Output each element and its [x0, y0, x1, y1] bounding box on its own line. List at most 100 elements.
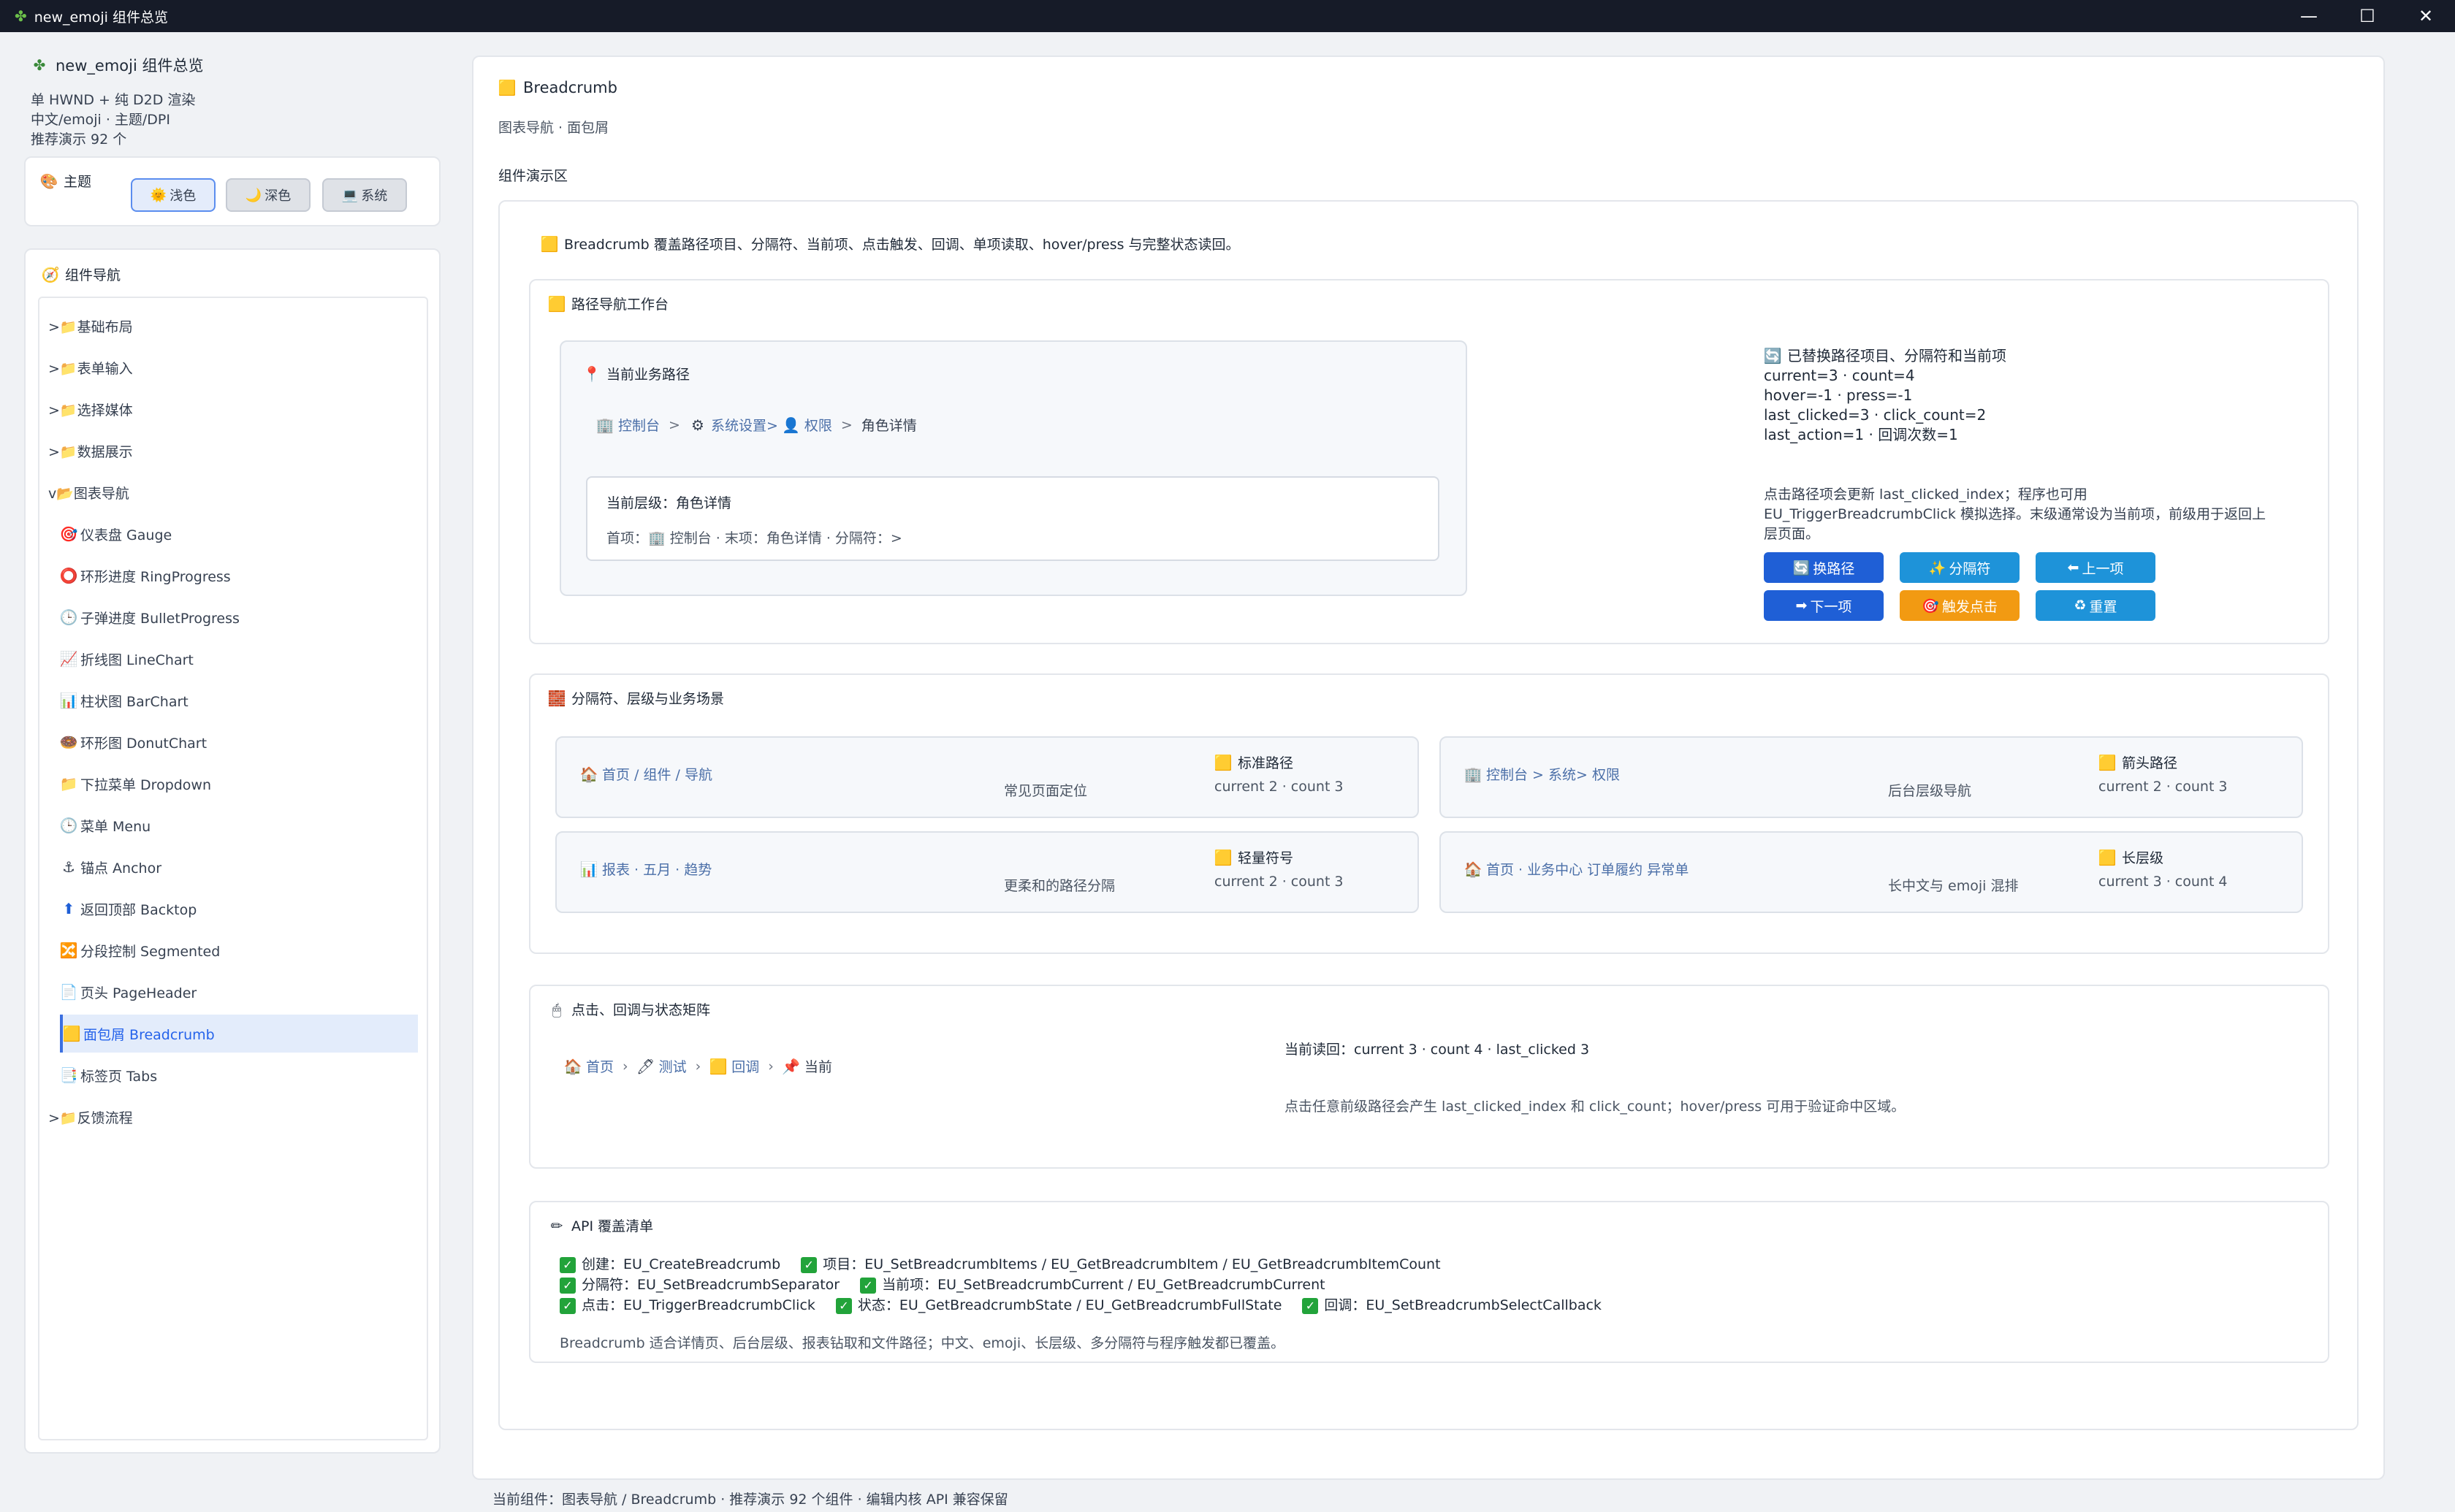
refresh-icon: 🔄 — [1763, 347, 1782, 364]
maximize-button[interactable]: ☐ — [2338, 0, 2397, 32]
folder-icon: 📁 — [59, 775, 78, 793]
separator-button[interactable]: ✨ 分隔符 — [1900, 552, 2020, 583]
scene-tag: 🟨 轻量符号 — [1214, 848, 1294, 867]
nav-item-line-chart[interactable]: 📈 折线图 LineChart — [60, 640, 418, 678]
close-button[interactable]: ✕ — [2397, 0, 2455, 32]
scene-breadcrumb: 🏠 首页 / 组件 / 导航 — [579, 765, 712, 784]
sparkle-icon: ✨ — [1928, 560, 1946, 576]
scene-card-standard[interactable]: 🏠 首页 / 组件 / 导航 常见页面定位 🟨 标准路径 current 2 · c… — [555, 736, 1419, 818]
workbench-section: 🟨 路径导航工作台 📍 当前业务路径 🏢 控制台 > ⚙ 系统设置> 👤 权限 … — [529, 279, 2329, 644]
breadcrumb-item-home[interactable]: 首页 — [586, 1056, 614, 1076]
scene-breadcrumb: 📊 报表 · 五月 · 趋势 — [579, 860, 712, 879]
clock-icon: 🕒 — [59, 817, 78, 834]
main-card: 🟨 Breadcrumb 图表导航 · 面包屑 组件演示区 🟨 Breadcru… — [472, 56, 2385, 1480]
breadcrumb-item-settings[interactable]: 系统设置> — [711, 415, 778, 435]
chevron-right-icon: › — [768, 1058, 774, 1074]
theme-dark-button[interactable]: 🌙 深色 — [226, 178, 311, 212]
check-icon: ✓ — [560, 1277, 576, 1294]
current-path-panel: 📍 当前业务路径 🏢 控制台 > ⚙ 系统设置> 👤 权限 > 角色详情 当前层… — [560, 340, 1467, 596]
app-title: ✤ new_emoji 组件总览 — [31, 54, 204, 76]
nav-item-tabs[interactable]: 📑 标签页 Tabs — [60, 1056, 418, 1094]
breadcrumb-icon: 🟨 — [62, 1025, 81, 1042]
gear-icon: ⚙ — [690, 416, 704, 434]
breadcrumb-separator: > — [840, 416, 853, 433]
demo-area: 🟨 Breadcrumb 覆盖路径项目、分隔符、当前项、点击触发、回调、单项读取… — [498, 200, 2359, 1430]
breadcrumb-item-test[interactable]: 测试 — [659, 1056, 687, 1076]
nav-item-menu[interactable]: 🕒 菜单 Menu — [60, 806, 418, 844]
arrow-up-icon: ⬆ — [62, 900, 75, 917]
pushpin-icon: 📌 — [782, 1057, 801, 1075]
nav-group-feedback[interactable]: >📁反馈流程 — [48, 1098, 418, 1136]
breadcrumb-item-console[interactable]: 控制台 — [618, 415, 660, 435]
breadcrumb-icon: 🟨 — [2098, 753, 2117, 771]
nav-item-page-header[interactable]: 📄 页头 PageHeader — [60, 973, 418, 1011]
theme-light-button[interactable]: 🌞 浅色 — [131, 178, 216, 212]
scene-card-light[interactable]: 📊 报表 · 五月 · 趋势 更柔和的路径分隔 🟨 轻量符号 current 2 ·… — [555, 831, 1419, 913]
nav-title: 🧭 组件导航 — [41, 265, 121, 284]
reset-button[interactable]: ♻ 重置 — [2036, 590, 2155, 621]
nav-item-bullet-progress[interactable]: 🕒 子弹进度 BulletProgress — [60, 598, 418, 636]
nav-group-form-input[interactable]: >📁表单输入 — [48, 348, 418, 386]
building-icon: 🏢 — [1464, 765, 1482, 783]
matrix-breadcrumb: 🏠 首页 › 🖊 测试 › 🟨 回调 › 📌 当前 — [564, 1056, 832, 1076]
breadcrumb-icon: 🟨 — [547, 294, 566, 313]
matrix-readback: 当前读回：current 3 · count 4 · last_clicked … — [1284, 1042, 1590, 1058]
pencil-icon: ✏ — [550, 1216, 563, 1234]
intro-text: 🟨 Breadcrumb 覆盖路径项目、分隔符、当前项、点击触发、回调、单项读取… — [540, 234, 1240, 253]
check-icon: ✓ — [801, 1256, 818, 1273]
nav-item-ring-progress[interactable]: ⭕ 环形进度 RingProgress — [60, 557, 418, 595]
nav-item-dropdown[interactable]: 📁 下拉菜单 Dropdown — [60, 765, 418, 803]
nav-item-donut-chart[interactable]: 🍩 环形图 DonutChart — [60, 723, 418, 761]
clover-icon: ✤ — [33, 56, 46, 74]
nav-group-basic-layout[interactable]: >📁基础布局 — [48, 307, 418, 345]
nav-item-gauge[interactable]: 🎯 仪表盘 Gauge — [60, 515, 418, 553]
home-icon: 🏠 — [1464, 860, 1482, 878]
minimize-button[interactable]: — — [2280, 0, 2338, 32]
scene-card-long[interactable]: 🏠 首页 · 业务中心 订单履约 异常单 长中文与 emoji 混排 🟨 长层级 c… — [1439, 831, 2303, 913]
breadcrumb-icon: 🟨 — [1214, 848, 1233, 866]
clock-icon: 🕒 — [59, 608, 78, 626]
nav-item-segmented[interactable]: 🔀 分段控制 Segmented — [60, 931, 418, 969]
nav-tree: >📁基础布局 >📁表单输入 >📁选择媒体 >📁数据展示 v📂图表导航 🎯 仪表盘 … — [38, 297, 428, 1440]
prev-item-button[interactable]: ⬅ 上一项 — [2036, 552, 2155, 583]
sun-icon: 🌞 — [150, 187, 167, 203]
scenes-section: 🧱 分隔符、层级与业务场景 🏠 首页 / 组件 / 导航 常见页面定位 🟨 标准路径… — [529, 673, 2329, 954]
nav-group-select-media[interactable]: >📁选择媒体 — [48, 390, 418, 428]
check-icon: ✓ — [835, 1297, 852, 1314]
trigger-click-button[interactable]: 🎯 触发点击 — [1900, 590, 2020, 621]
user-icon: 👤 — [782, 416, 801, 434]
check-icon: ✓ — [560, 1256, 576, 1273]
nav-item-backtop[interactable]: ⬆ 返回顶部 Backtop — [60, 890, 418, 928]
bar-chart-icon: 📊 — [59, 692, 78, 709]
check-icon: ✓ — [860, 1277, 877, 1294]
scene-card-arrow[interactable]: 🏢 控制台 > 系统> 权限 后台层级导航 🟨 箭头路径 current 2 · c… — [1439, 736, 2303, 818]
status-readout: 🔄 已替换路径项目、分隔符和当前项 current=3 · count=4 hov… — [1763, 347, 2006, 443]
brick-icon: 🧱 — [547, 689, 566, 707]
theme-system-button[interactable]: 💻 系统 — [322, 178, 407, 212]
nav-item-bar-chart[interactable]: 📊 柱状图 BarChart — [60, 681, 418, 719]
breadcrumb-item-permission[interactable]: 权限 — [804, 415, 832, 435]
nav-item-breadcrumb[interactable]: 🟨 面包屑 Breadcrumb — [60, 1015, 418, 1053]
nav-item-anchor[interactable]: ⚓ 锚点 Anchor — [60, 848, 418, 886]
breadcrumb-icon: 🟨 — [498, 79, 517, 96]
mouse-icon: 🖱 — [552, 1000, 561, 1018]
next-item-button[interactable]: ➡ 下一项 — [1764, 590, 1884, 621]
tabs-icon: 📑 — [59, 1066, 78, 1084]
current-path-title: 📍 当前业务路径 — [582, 364, 690, 383]
scenes-title: 🧱 分隔符、层级与业务场景 — [547, 689, 725, 708]
breadcrumb-separator: > — [669, 416, 680, 433]
donut-icon: 🍩 — [59, 733, 78, 751]
demo-area-label: 组件演示区 — [498, 168, 568, 184]
breadcrumb-item-callback[interactable]: 回调 — [731, 1056, 759, 1076]
theme-card: 🎨 主题 🌞 浅色 🌙 深色 💻 系统 — [24, 156, 441, 226]
scene-tag: 🟨 长层级 — [2098, 848, 2164, 867]
nav-group-data-display[interactable]: >📁数据展示 — [48, 432, 418, 470]
swap-path-button[interactable]: 🔄 换路径 — [1764, 552, 1884, 583]
breadcrumb-item-current: 当前 — [804, 1059, 832, 1075]
home-icon: 🏠 — [563, 1057, 582, 1075]
nav-group-chart-nav[interactable]: v📂图表导航 — [48, 473, 418, 511]
chevron-right-icon: › — [695, 1058, 701, 1074]
page-title: 🟨 Breadcrumb — [498, 79, 617, 96]
matrix-note: 点击任意前级路径会产生 last_clicked_index 和 click_c… — [1284, 1099, 1906, 1115]
matrix-title: 🖱 点击、回调与状态矩阵 — [548, 999, 710, 1019]
